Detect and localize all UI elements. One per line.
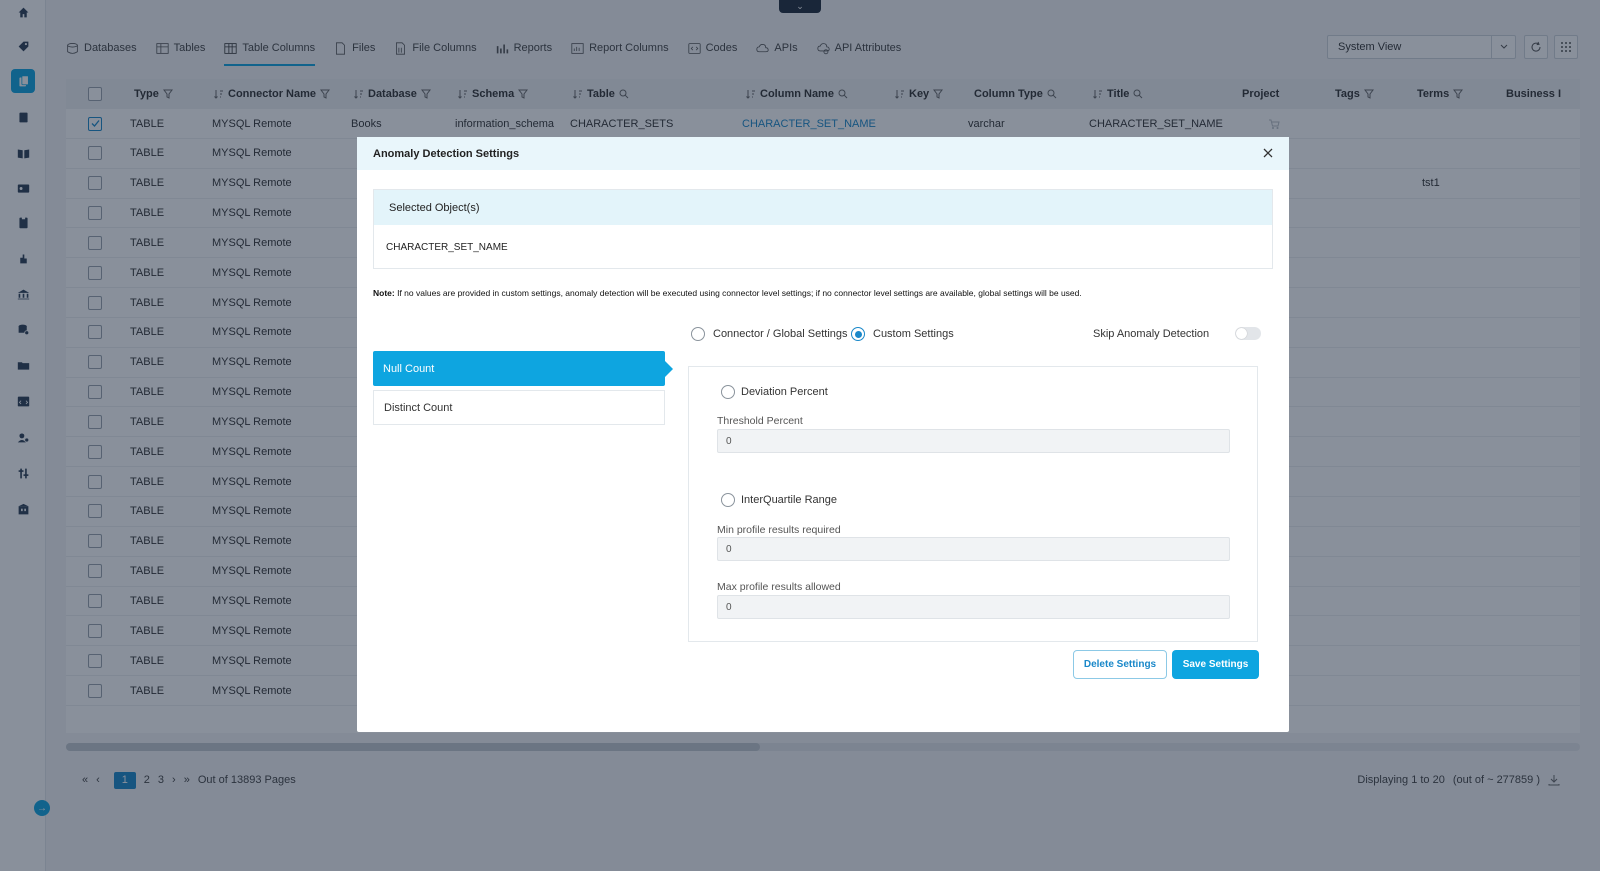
settings-note: Note: If no values are provided in custo… [373, 288, 1082, 298]
modal-header: Anomaly Detection Settings [357, 137, 1289, 170]
max-profile-label: Max profile results allowed [717, 581, 841, 593]
threshold-percent-label: Threshold Percent [717, 415, 803, 427]
custom-settings-panel: Deviation Percent Threshold Percent Inte… [688, 366, 1258, 642]
min-profile-input[interactable] [717, 537, 1230, 561]
selected-object-value: CHARACTER_SET_NAME [386, 241, 508, 253]
radio-deviation-percent[interactable] [721, 385, 735, 399]
modal-title: Anomaly Detection Settings [373, 147, 520, 160]
anomaly-detection-settings-modal: Anomaly Detection Settings Selected Obje… [357, 137, 1289, 732]
delete-settings-button[interactable]: Delete Settings [1073, 650, 1167, 679]
option-deviation-percent[interactable]: Deviation Percent [721, 385, 828, 399]
skip-anomaly-detection: Skip Anomaly Detection [1093, 327, 1262, 340]
radio-custom-settings[interactable]: Custom Settings [851, 327, 954, 341]
selected-objects-panel: Selected Object(s) CHARACTER_SET_NAME [373, 189, 1273, 269]
radio-custom[interactable] [851, 327, 865, 341]
threshold-percent-input[interactable] [717, 429, 1230, 453]
close-icon[interactable] [1261, 146, 1275, 160]
radio-interquartile-range[interactable] [721, 493, 735, 507]
save-settings-button[interactable]: Save Settings [1172, 650, 1259, 679]
max-profile-input[interactable] [717, 595, 1230, 619]
min-profile-label: Min profile results required [717, 524, 841, 536]
side-item-distinct-count[interactable]: Distinct Count [373, 390, 665, 425]
radio-connector-global[interactable] [691, 327, 705, 341]
option-interquartile-range[interactable]: InterQuartile Range [721, 493, 837, 507]
skip-anomaly-toggle[interactable] [1235, 327, 1262, 340]
side-item-null-count[interactable]: Null Count [373, 351, 673, 386]
selected-objects-header: Selected Object(s) [374, 190, 1272, 225]
radio-connector-global-settings[interactable]: Connector / Global Settings [691, 327, 848, 341]
